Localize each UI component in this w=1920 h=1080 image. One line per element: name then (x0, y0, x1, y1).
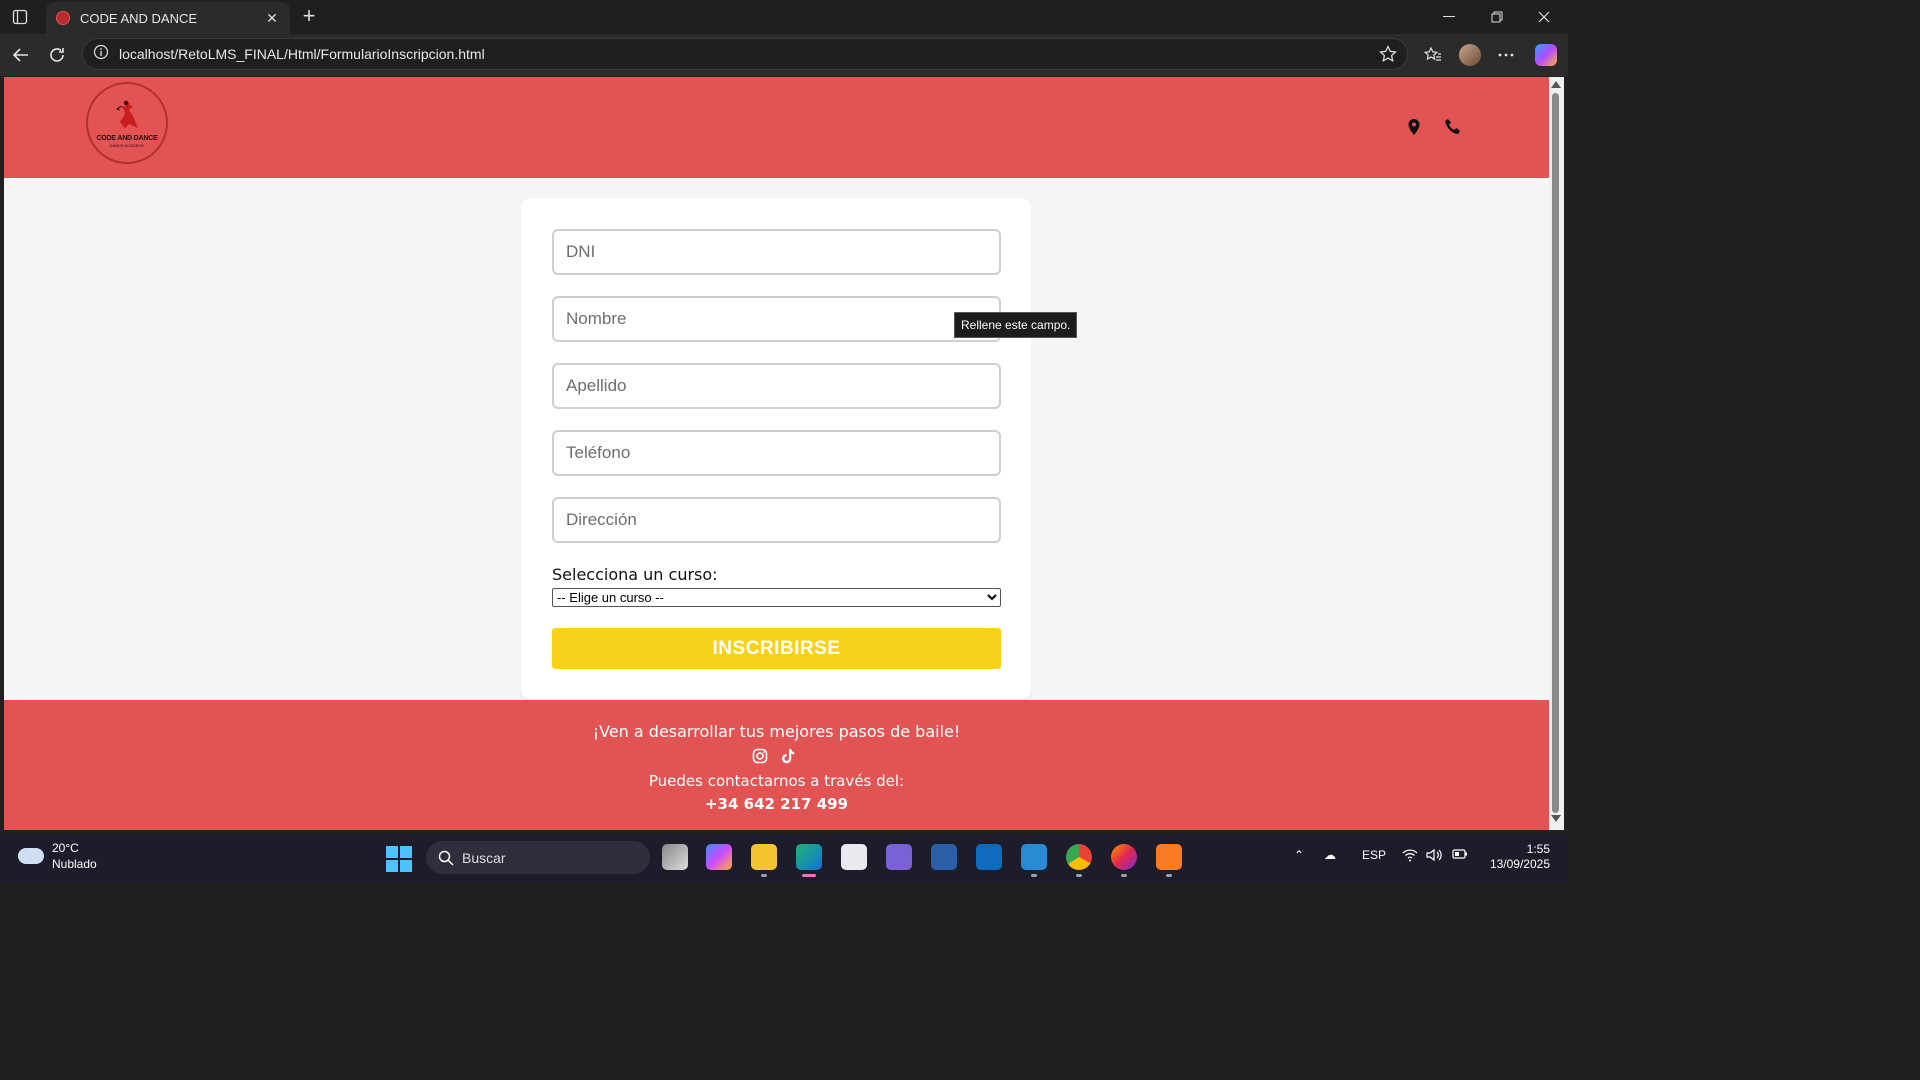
copilot-app-icon[interactable] (706, 844, 732, 870)
logo-subtext: DANCE ACADEMY (109, 142, 145, 148)
site-logo[interactable]: CODE AND DANCE DANCE ACADEMY (86, 82, 168, 164)
favorites-icon[interactable] (1421, 43, 1445, 67)
remote-desktop-icon[interactable] (931, 844, 957, 870)
apellido-input[interactable] (552, 363, 1001, 409)
weather-temp: 20°C (52, 841, 79, 855)
taskbar-clock[interactable]: 1:55 13/09/2025 (1484, 842, 1550, 872)
footer-contact-text: Puedes contactarnos a través del: (648, 772, 905, 790)
course-select-label: Selecciona un curso: (552, 565, 718, 584)
course-select[interactable]: -- Elige un curso -- (552, 588, 1001, 607)
scroll-down-arrow-icon[interactable] (1551, 815, 1561, 822)
page-viewport: CODE AND DANCE DANCE ACADEMY Selecciona … (4, 77, 1549, 830)
dancer-logo-icon (115, 100, 138, 128)
minimize-button[interactable] (1426, 0, 1472, 34)
refresh-icon[interactable] (44, 42, 70, 68)
instagram-icon[interactable] (752, 748, 768, 769)
firefox-icon[interactable] (1111, 844, 1137, 870)
dni-input[interactable] (552, 229, 1001, 275)
favorite-star-icon[interactable] (1379, 45, 1397, 68)
site-info-icon[interactable] (93, 44, 109, 65)
site-footer: ¡Ven a desarrollar tus mejores pasos de … (4, 700, 1549, 830)
footer-tagline: ¡Ven a desarrollar tus mejores pasos de … (592, 722, 961, 741)
browser-tab[interactable]: CODE AND DANCE ✕ (46, 2, 290, 34)
copilot-icon[interactable] (1534, 43, 1558, 67)
browser-toolbar: localhost/RetoLMS_FINAL/Html/FormularioI… (0, 34, 1568, 76)
search-icon (438, 850, 454, 866)
phone-icon[interactable] (1444, 118, 1462, 136)
clock-date: 13/09/2025 (1489, 857, 1550, 871)
window-frame-edge (1564, 77, 1568, 830)
social-links (752, 748, 796, 769)
browser-titlebar: CODE AND DANCE ✕ + (0, 0, 1568, 34)
volume-icon[interactable] (1426, 848, 1442, 865)
address-bar[interactable]: localhost/RetoLMS_FINAL/Html/FormularioI… (82, 38, 1408, 70)
footer-phone: +34 642 217 499 (704, 795, 849, 813)
direccion-input[interactable] (552, 497, 1001, 543)
new-tab-button[interactable]: + (296, 4, 322, 30)
tab-favicon-icon (56, 11, 70, 25)
weather-desc: Nublado (52, 857, 97, 871)
store-icon[interactable] (841, 844, 867, 870)
edge-icon[interactable] (796, 844, 822, 870)
site-header: CODE AND DANCE DANCE ACADEMY (4, 77, 1549, 178)
outlook-icon[interactable] (976, 844, 1002, 870)
scroll-up-arrow-icon[interactable] (1551, 81, 1561, 88)
clipchamp-icon[interactable] (886, 844, 912, 870)
profile-avatar[interactable] (1458, 43, 1482, 67)
telefono-input[interactable] (552, 430, 1001, 476)
url-text: localhost/RetoLMS_FINAL/Html/FormularioI… (119, 46, 485, 62)
task-view-icon[interactable] (662, 844, 688, 870)
clock-time: 1:55 (1526, 842, 1550, 856)
input-language[interactable]: ESP (1362, 848, 1386, 862)
search-label: Buscar (462, 849, 506, 866)
tiktok-icon[interactable] (780, 748, 796, 769)
restore-button[interactable] (1474, 0, 1520, 34)
taskbar-search[interactable]: Buscar (426, 841, 650, 874)
wifi-icon[interactable] (1402, 848, 1418, 865)
back-arrow-icon[interactable] (8, 42, 34, 68)
vscode-icon[interactable] (1021, 844, 1047, 870)
submit-button[interactable]: INSCRIBIRSE (552, 628, 1001, 669)
tab-actions-icon[interactable] (8, 6, 32, 28)
xampp-icon[interactable] (1156, 844, 1182, 870)
page-scrollbar[interactable] (1549, 77, 1564, 830)
registration-form: Selecciona un curso: -- Elige un curso -… (521, 198, 1031, 699)
weather-widget[interactable]: 20°C Nublado (18, 840, 97, 872)
validation-tooltip: Rellene este campo. (954, 312, 1078, 338)
windows-taskbar: 20°C Nublado Buscar ⌃ ☁ ESP 1:55 13/09/2… (0, 834, 1568, 882)
tray-overflow-chevron-icon[interactable]: ⌃ (1294, 848, 1304, 862)
nombre-input[interactable] (552, 296, 1001, 342)
battery-icon[interactable] (1452, 848, 1468, 863)
file-explorer-icon[interactable] (751, 844, 777, 870)
close-window-button[interactable] (1521, 0, 1567, 34)
tab-close-icon[interactable]: ✕ (264, 10, 280, 27)
scrollbar-thumb[interactable] (1552, 93, 1559, 813)
more-options-icon[interactable] (1494, 43, 1518, 67)
location-pin-icon[interactable] (1405, 118, 1423, 136)
logo-text: CODE AND DANCE (96, 134, 158, 142)
tab-title: CODE AND DANCE (80, 10, 198, 26)
onedrive-cloud-icon[interactable]: ☁ (1324, 848, 1336, 862)
chrome-icon[interactable] (1066, 844, 1092, 870)
windows-start-icon[interactable] (386, 846, 412, 872)
cloud-icon (18, 848, 44, 864)
